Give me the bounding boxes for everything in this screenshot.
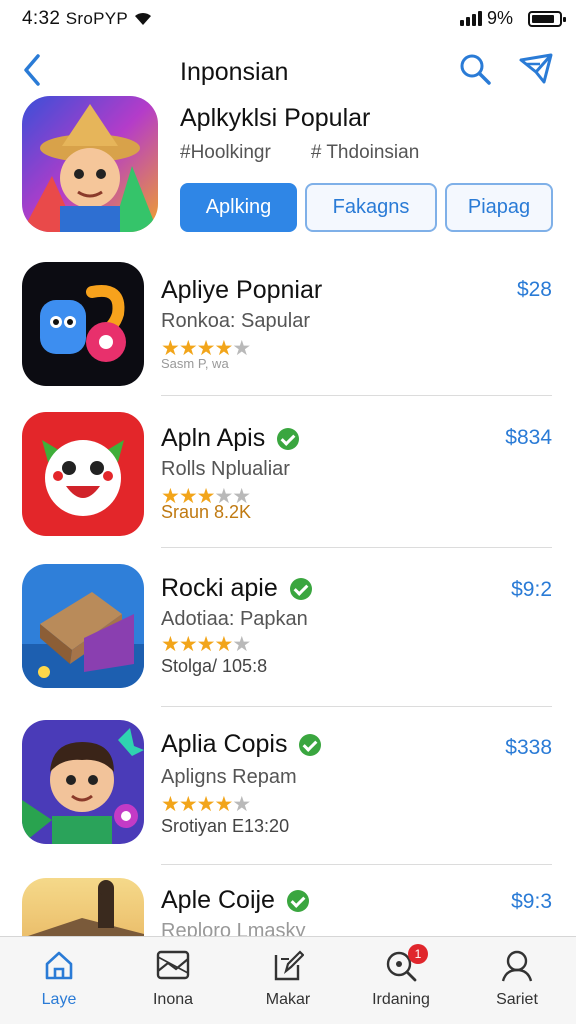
tab-notifications[interactable]: 1 Irdaning [346,937,456,1024]
app-name: Aple Coije [161,886,309,915]
list-item[interactable]: Apln Apis Rolls Nplualiar ★★★★★ Sraun 8.… [0,402,576,554]
back-chevron-icon[interactable] [18,52,46,88]
list-item[interactable]: Apliye Popniar Ronkoa: Sapular ★★★★★ Sas… [0,250,576,402]
price-label[interactable]: $338 [505,736,552,760]
nav-bar: Inponsian [0,44,576,96]
star-rating: ★★★★★ [161,633,251,656]
list-item[interactable]: Rocki apie Adotiaa: Papkan ★★★★★ Stolga/… [0,554,576,707]
divider [161,547,552,548]
app-icon [22,262,144,386]
app-icon [22,720,144,844]
app-meta: Stolga/ 105:8 [161,656,268,676]
tab-bar: Laye Inona Makar 1 Irdaning Sariet [0,936,576,1024]
featured-app-icon[interactable] [22,96,158,232]
tab-label: Sariet [496,991,538,1008]
edit-icon [274,950,304,981]
verified-check-icon [286,889,309,912]
app-meta: Srotiyan E13:20 [161,816,290,836]
price-label[interactable]: $9:3 [511,890,552,914]
status-time: 4:32 SroPYP [22,8,129,29]
verified-check-icon [289,577,312,600]
app-icon [22,564,144,688]
notification-badge: 1 [408,944,428,964]
app-name: Rocki apie [161,574,312,603]
battery-percent: 9% [487,8,514,28]
page-title: Inponsian [180,58,289,86]
app-name: Apliye Popniar [161,276,323,304]
app-name: Apln Apis [161,424,300,453]
battery-icon [528,11,566,27]
search-icon[interactable] [458,52,492,86]
filter-button-2[interactable]: Piapag [445,183,553,232]
person-icon [501,950,533,982]
verified-check-icon [277,427,300,450]
app-name: Aplia Copis [161,730,322,759]
wifi-icon [135,12,151,25]
image-icon [156,950,190,980]
price-label[interactable]: $834 [505,426,552,450]
verified-check-icon [299,733,322,756]
cell-signal-icon [460,11,482,26]
tab-profile[interactable]: Sariet [462,937,572,1024]
tab-label: Irdaning [372,991,430,1008]
tab-home[interactable]: Laye [4,937,114,1024]
tab-inbox[interactable]: Inona [118,937,228,1024]
status-bar: 4:32 SroPYP 9% [0,0,576,36]
divider [161,395,552,396]
price-label[interactable]: $9:2 [511,578,552,602]
app-subtitle: Rolls Nplualiar [161,458,290,480]
app-subtitle: Adotiaa: Papkan [161,608,308,630]
filter-button-1[interactable]: Fakagns [305,183,437,232]
app-meta: Sasm P, wa [161,356,229,371]
divider [161,706,552,707]
tab-label: Makar [265,991,311,1008]
star-rating: ★★★★★ [161,793,251,816]
app-subtitle: Ronkoa: Sapular [161,310,310,332]
tag-1[interactable]: # Thdoinsian [311,142,419,164]
home-icon [45,951,73,980]
filter-buttons: Aplking Fakagns Piapag [180,183,553,232]
tab-label: Laye [41,991,77,1008]
divider [161,864,552,865]
filter-button-0[interactable]: Aplking [180,183,297,232]
featured-title: Aplkyklsi Popular [180,104,371,132]
tab-make[interactable]: Makar [233,937,343,1024]
tab-label: Inona [152,991,194,1008]
list-item[interactable]: Aplia Copis Apligns Repam ★★★★★ Srotiyan… [0,716,576,868]
featured-tags: #Hoolkingr # Thdoinsian [180,142,419,164]
send-icon[interactable] [518,52,554,86]
app-meta: Sraun 8.2K [161,502,252,522]
tag-0[interactable]: #Hoolkingr [180,142,271,164]
price-label[interactable]: $28 [517,278,552,302]
app-subtitle: Apligns Repam [161,766,297,788]
app-icon [22,412,144,536]
